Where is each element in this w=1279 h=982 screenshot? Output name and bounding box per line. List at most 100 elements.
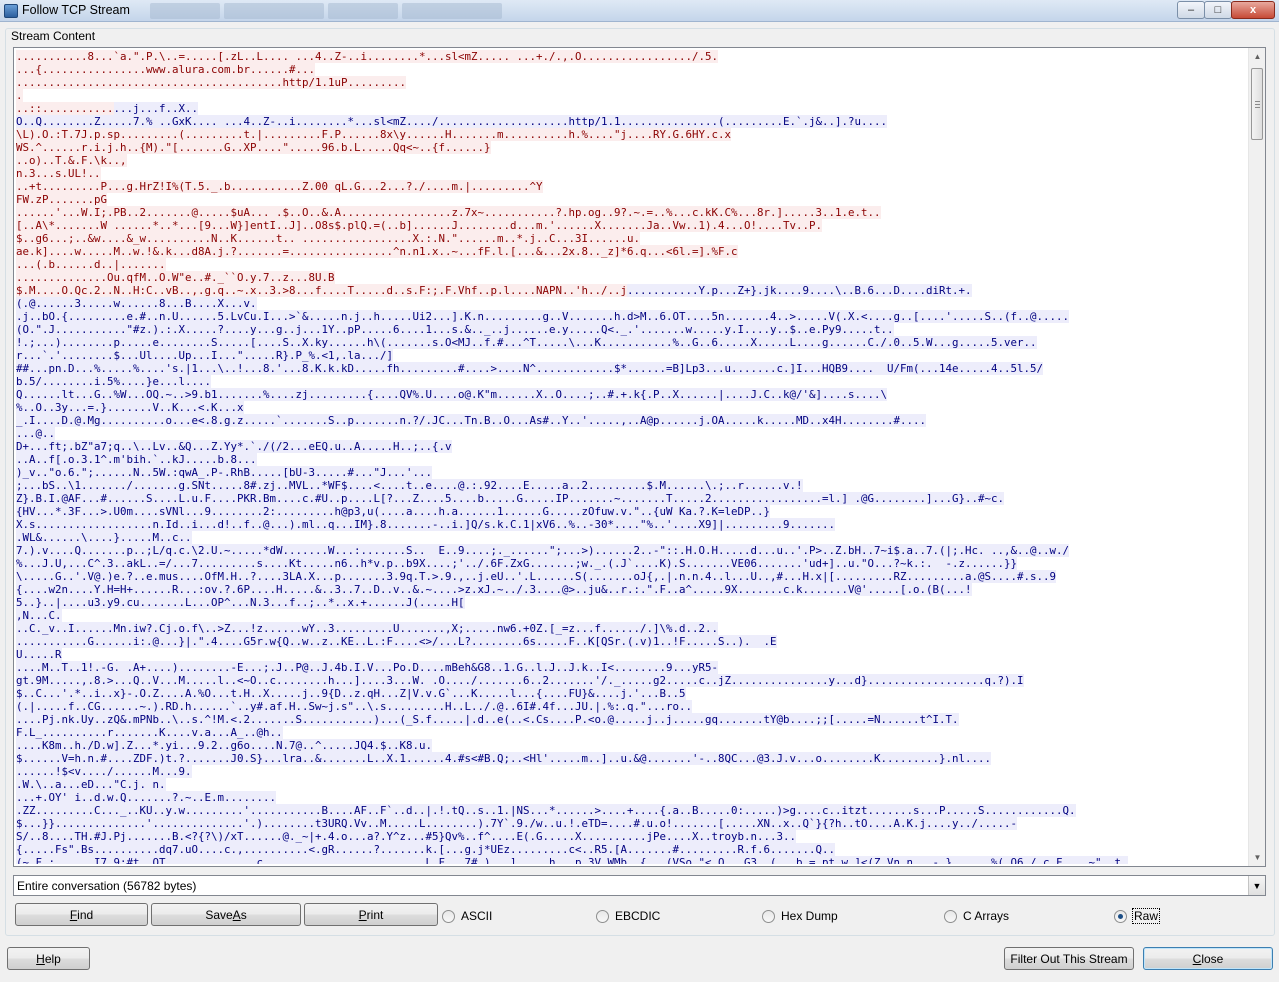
client-data-segment: WS.^......r.i.j.h..{M)."[.......G..XP...… [16,141,491,154]
server-data-segment: ...j...f..X.. [113,102,199,115]
title-bar[interactable]: Follow TCP Stream – □ x [0,0,1279,22]
help-button[interactable]: Help [7,947,90,970]
stream-line: ...@.. [16,427,1248,440]
server-data-segment: $..C...'.*..i..x}-.O.Z....A.%O...t.H..X.… [16,687,686,700]
server-data-segment: ......!$<v..../......M...9. [16,765,192,778]
client-data-segment: ..............Ou.qfM..O.W"e..#._``O.y.7.… [16,271,335,284]
stream-text[interactable]: ...........8...`a.".P.\..=.....[.zL..L..… [16,50,1248,864]
scroll-thumb[interactable] [1251,68,1263,140]
stream-line: Q......lt...G..%W...OQ.~..>9.b1.......%.… [16,388,1248,401]
server-data-segment: ....K8m..h./D.w].Z...*.yi...9.2..g6o....… [16,739,433,752]
client-data-segment: ae.k]....w.....M..w.!&.k...d8A.j.?......… [16,245,738,258]
stream-line: \L).O.:T.7J.p.sp.........(.........t.|..… [16,128,1248,141]
background-taskbar-tabs [150,3,502,20]
filter-out-stream-button[interactable]: Filter Out This Stream [1004,947,1134,970]
radio-ascii-circle[interactable] [442,909,455,923]
stream-line: gt.9M.....,.8.>...Q..V...M.....l..<~O..c… [16,674,1248,687]
maximize-button[interactable]: □ [1204,1,1232,19]
minimize-button[interactable]: – [1177,1,1205,19]
close-accel: C [1192,951,1202,966]
find-button[interactable]: Find [15,903,148,926]
stream-line: . [16,89,1248,102]
stream-line: r...`.'........$...Ul....Up...I...".....… [16,349,1248,362]
server-data-segment: ....M..T..1!.-G. .A+....)........-E...;.… [16,661,719,674]
conversation-select[interactable]: Entire conversation (56782 bytes) ▼ [13,875,1266,896]
conversation-select-value: Entire conversation (56782 bytes) [17,879,197,893]
client-data-segment: ......'...W.I;.PB..2.......@.....$uA... … [16,206,881,219]
server-data-segment: .W.\..a...eD..."C.j. n. [16,778,166,791]
vertical-scrollbar[interactable]: ▲ ▼ [1248,48,1265,866]
print-button[interactable]: Print [304,903,438,926]
save-as-button[interactable]: Save As [151,903,301,926]
stream-line: %..O..3y...=.}.......V..K...<.K...x [16,401,1248,414]
help-accel: H [36,951,45,966]
client-data-segment: \L).O.:T.7J.p.sp.........(.........t.|..… [16,128,732,141]
save-as-label-pre: Save [205,907,233,922]
scroll-down-arrow-icon[interactable]: ▼ [1249,849,1265,866]
stream-line: .WL&......\....}.....M..c.. [16,531,1248,544]
chevron-down-icon[interactable]: ▼ [1248,876,1265,895]
stream-line: ..............Ou.qfM..O.W"e..#._``O.y.7.… [16,271,1248,284]
server-data-segment: D+...ft;.bZ"a7;q..\..Lv..&Q...Z.Yy*.`./(… [16,440,452,453]
server-data-segment: b.5/........i.5%....}e...l.... [16,375,212,388]
client-data-segment: ...........8...`a.".P.\..=.....[.zL..L..… [16,50,719,63]
stream-line: $..g6...;..&w....&_w..........N..K......… [16,232,1248,245]
close-button[interactable]: Close [1143,947,1273,970]
save-as-accel: A [232,907,241,922]
stream-line: ..C._v..I......Mn.iw?.Cj.o.f\..>Z...!z..… [16,622,1248,635]
stream-line: _.I....D.@.Mg..........o...e<.8.g.z.....… [16,414,1248,427]
stream-line: ...{................www.alura.com.br....… [16,63,1248,76]
radio-ascii-label: ASCII [461,909,493,923]
server-data-segment: U.....R [16,648,62,661]
radio-ebcdic[interactable]: EBCDIC [596,908,660,924]
stream-line: ...+.OY' i..d.w.Q.......?.~..E.m........ [16,791,1248,804]
grip-line [1255,107,1260,108]
radio-hex-dump[interactable]: Hex Dump [762,908,838,924]
server-data-segment: ...+.OY' i..d.w.Q.......?.~..E.m........ [16,791,277,804]
stream-line: ......'...W.I;.PB..2.......@.....$uA... … [16,206,1248,219]
server-data-segment: %..O..3y...=.}.......V..K...<.K...x [16,401,244,414]
close-window-button[interactable]: x [1231,1,1275,19]
server-data-segment: \.....G..'.V@.)e.?..e.mus....OfM.H..?...… [16,570,1057,583]
client-data-segment: . [16,89,23,102]
radio-ebcdic-circle[interactable] [596,909,609,923]
client-data-segment: ..::........... [16,102,114,115]
stream-line: FW.zP.......pG [16,193,1248,206]
scroll-up-arrow-icon[interactable]: ▲ [1249,48,1265,65]
stream-line: !.;...)........p.....e........S.....[...… [16,336,1248,349]
client-data-segment: ..+t.........P...g.HrZ!I%(T.5._.b.......… [16,180,543,193]
stream-line: ......!$<v..../......M...9. [16,765,1248,778]
stream-line: ##...pn.D...%.....%....'s.|1...\..!...8.… [16,362,1248,375]
radio-ebcdic-label: EBCDIC [615,909,661,923]
server-data-segment: S/..8....TH.#J.Pj.......B.<?{?\)/xT.....… [16,830,797,843]
stream-line: {....w2n....Y.H=H+......R...:ov.?.6P....… [16,583,1248,596]
radio-c-arrays-circle[interactable] [944,909,957,923]
stream-line: [..A\*.......W ......*..*...[9...W}]entI… [16,219,1248,232]
print-label-rest: rint [366,907,384,922]
server-data-segment: {....w2n....Y.H=H+......R...:ov.?.6P....… [16,583,972,596]
stream-line: (.@......3.....w......8...B....X...v. [16,297,1248,310]
stream-line: ...........8...`a.".P.\..=.....[.zL..L..… [16,50,1248,63]
server-data-segment: $...}}..............'..............'.)..… [16,817,1018,830]
stream-line: $.M....O.Qc.2..N..H:C..vB..,.g.q..~.x..3… [16,284,1248,297]
stream-line: %...J.U,...C^.3..akL..=/...7.........s..… [16,557,1248,570]
stream-content-textarea[interactable]: ...........8...`a.".P.\..=.....[.zL..L..… [13,47,1266,867]
server-data-segment: O..Q........Z.....7.% ..GxK.... ...4..Z-… [16,115,888,128]
background-tab [402,3,502,19]
radio-c-arrays[interactable]: C Arrays [944,908,1009,924]
stream-line: S/..8....TH.#J.Pj.......B.<?{?\)/xT.....… [16,830,1248,843]
radio-ascii[interactable]: ASCII [442,908,492,924]
radio-raw[interactable]: Raw [1114,908,1161,924]
server-data-segment: 5..}..|....u3.y9.cu.......L...OP^...N.3.… [16,596,465,609]
stream-line: D+...ft;.bZ"a7;q..\..Lv..&Q...Z.Yy*.`./(… [16,440,1248,453]
wireshark-app-icon [4,4,18,18]
radio-hex-dump-circle[interactable] [762,909,775,923]
stream-line: ;...bS..\1......./.......g.SNt.....8#.zj… [16,479,1248,492]
server-data-segment: Z}.B.I.@AF...#......S....L.u.F....PKR.Bm… [16,492,1005,505]
stream-line: $..C...'.*..i..x}-.O.Z....A.%O...t.H..X.… [16,687,1248,700]
server-data-segment: $......V=h.n.#....ZDF.)t.?.......J0.S}..… [16,752,992,765]
radio-raw-circle[interactable] [1114,909,1127,923]
background-tab [224,3,324,19]
server-data-segment: _.I....D.@.Mg..........o...e<.8.g.z.....… [16,414,927,427]
server-data-segment: ..A..f[.o.3.1^.m'bih.`..kJ.....b.8... [16,453,257,466]
